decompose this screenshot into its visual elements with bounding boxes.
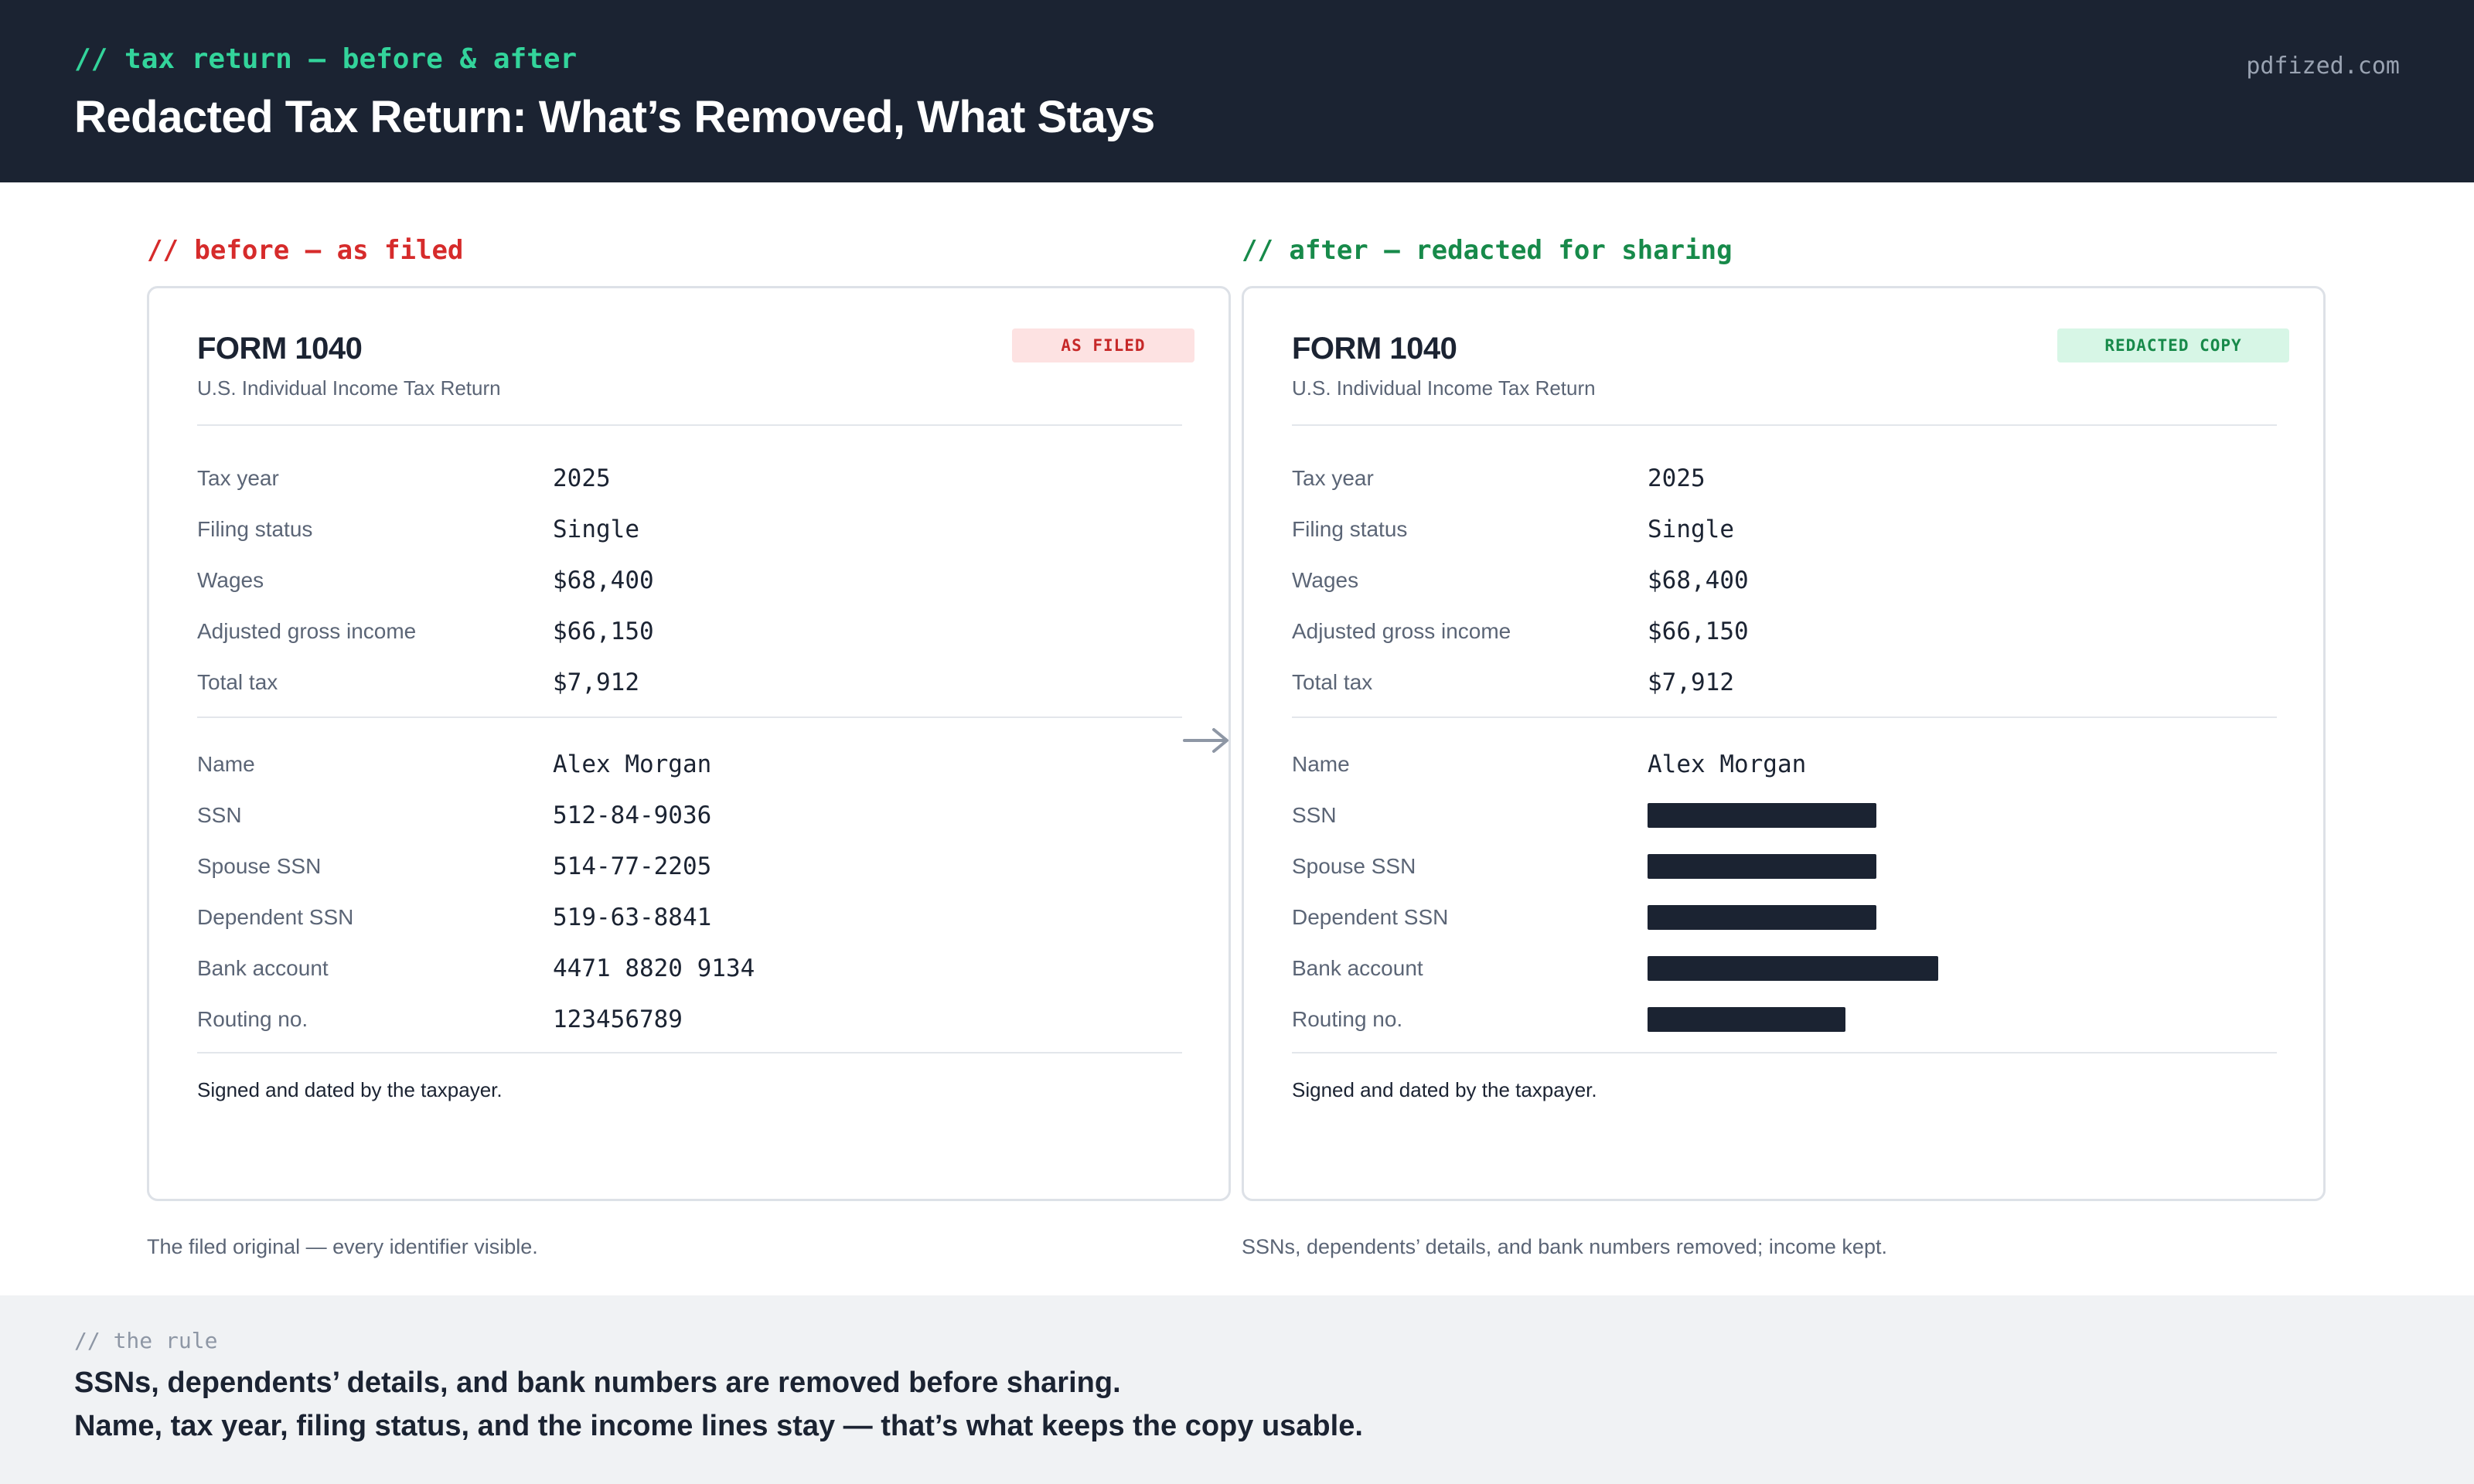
after-caption: SSNs, dependents’ details, and bank numb… xyxy=(1242,1235,1887,1258)
field-row-ssn: SSN xyxy=(1292,800,2277,831)
field-row-spouse-ssn: Spouse SSN 514-77-2205 xyxy=(197,851,1182,882)
right-arrow-icon xyxy=(1183,728,1228,753)
before-caption: The filed original — every identifier vi… xyxy=(147,1235,538,1258)
form-title: FORM 1040 xyxy=(1292,332,1457,366)
form-subtitle: U.S. Individual Income Tax Return xyxy=(1292,376,1596,400)
divider xyxy=(1292,716,2277,718)
field-label: Dependent SSN xyxy=(1292,905,1449,929)
field-label: Spouse SSN xyxy=(1292,854,1416,878)
divider xyxy=(197,716,1182,718)
field-label: Filing status xyxy=(1292,517,1408,541)
field-row-spouse-ssn: Spouse SSN xyxy=(1292,851,2277,882)
field-label: Wages xyxy=(197,568,264,592)
field-row-wages: Wages $68,400 xyxy=(1292,565,2277,596)
field-value: 519-63-8841 xyxy=(553,904,712,931)
field-label: Wages xyxy=(1292,568,1359,592)
field-row-dependent-ssn: Dependent SSN xyxy=(1292,902,2277,933)
rule-footer: // the rule SSNs, dependents’ details, a… xyxy=(0,1295,2474,1484)
field-label: Tax year xyxy=(1292,466,1374,490)
redaction-bar xyxy=(1648,905,1876,930)
field-label: Adjusted gross income xyxy=(1292,619,1511,643)
form-subtitle: U.S. Individual Income Tax Return xyxy=(197,376,501,400)
field-value: $7,912 xyxy=(1648,669,1734,696)
field-value: $7,912 xyxy=(553,669,639,696)
field-label: Routing no. xyxy=(1292,1007,1403,1031)
field-row-name: Name Alex Morgan xyxy=(1292,749,2277,780)
field-value: 2025 xyxy=(1648,465,1706,492)
header-kicker: // tax return — before & after xyxy=(74,43,578,75)
field-row-total-tax: Total tax $7,912 xyxy=(1292,667,2277,698)
field-value: Alex Morgan xyxy=(1648,751,1807,778)
field-label: Bank account xyxy=(197,956,329,980)
page-title: Redacted Tax Return: What’s Removed, Wha… xyxy=(74,92,1155,142)
divider xyxy=(1292,424,2277,426)
field-value: Single xyxy=(553,516,639,543)
field-row-routing-no: Routing no. xyxy=(1292,1004,2277,1035)
field-label: Total tax xyxy=(1292,670,1373,694)
redaction-bar xyxy=(1648,854,1876,879)
field-label: Name xyxy=(197,752,255,776)
redaction-bar xyxy=(1648,1007,1845,1032)
divider xyxy=(197,424,1182,426)
field-value: $66,150 xyxy=(553,618,654,645)
field-value: Single xyxy=(1648,516,1734,543)
field-row-name: Name Alex Morgan xyxy=(197,749,1182,780)
field-row-dependent-ssn: Dependent SSN 519-63-8841 xyxy=(197,902,1182,933)
divider xyxy=(1292,1052,2277,1053)
field-label: Dependent SSN xyxy=(197,905,354,929)
rule-line-2: Name, tax year, filing status, and the i… xyxy=(74,1410,1363,1442)
field-label: Adjusted gross income xyxy=(197,619,417,643)
after-form-card: FORM 1040 U.S. Individual Income Tax Ret… xyxy=(1242,286,2326,1201)
field-value: 512-84-9036 xyxy=(553,802,712,829)
redaction-bar xyxy=(1648,803,1876,828)
field-label: Name xyxy=(1292,752,1350,776)
redacted-copy-badge: REDACTED COPY xyxy=(2057,328,2289,362)
rule-line-1: SSNs, dependents’ details, and bank numb… xyxy=(74,1367,1121,1399)
divider xyxy=(197,1052,1182,1053)
form-title: FORM 1040 xyxy=(197,332,363,366)
as-filed-badge: AS FILED xyxy=(1012,328,1194,362)
field-label: SSN xyxy=(1292,803,1337,827)
signature-note: Signed and dated by the taxpayer. xyxy=(197,1078,503,1101)
field-label: Filing status xyxy=(197,517,313,541)
field-row-ssn: SSN 512-84-9036 xyxy=(197,800,1182,831)
field-value: 2025 xyxy=(553,465,611,492)
field-value: 4471 8820 9134 xyxy=(553,955,755,982)
field-label: Spouse SSN xyxy=(197,854,322,878)
field-row-filing-status: Filing status Single xyxy=(197,514,1182,545)
signature-note: Signed and dated by the taxpayer. xyxy=(1292,1078,1597,1101)
field-value: $68,400 xyxy=(1648,567,1749,594)
footer-kicker: // the rule xyxy=(74,1328,218,1353)
field-label: Bank account xyxy=(1292,956,1423,980)
field-value: 514-77-2205 xyxy=(553,853,712,880)
field-value: $66,150 xyxy=(1648,618,1749,645)
field-row-agi: Adjusted gross income $66,150 xyxy=(197,616,1182,647)
before-form-card: FORM 1040 U.S. Individual Income Tax Ret… xyxy=(147,286,1231,1201)
field-row-filing-status: Filing status Single xyxy=(1292,514,2277,545)
field-row-bank-account: Bank account 4471 8820 9134 xyxy=(197,953,1182,984)
redaction-bar xyxy=(1648,956,1938,981)
page-header: // tax return — before & after Redacted … xyxy=(0,0,2474,182)
field-label: Tax year xyxy=(197,466,279,490)
field-label: SSN xyxy=(197,803,242,827)
brand-link[interactable]: pdfized.com xyxy=(2246,53,2400,80)
field-row-tax-year: Tax year 2025 xyxy=(197,463,1182,494)
field-value: Alex Morgan xyxy=(553,751,712,778)
field-label: Routing no. xyxy=(197,1007,308,1031)
field-row-total-tax: Total tax $7,912 xyxy=(197,667,1182,698)
before-section-label: // before — as filed xyxy=(147,235,464,266)
field-row-tax-year: Tax year 2025 xyxy=(1292,463,2277,494)
after-section-label: // after — redacted for sharing xyxy=(1242,235,1733,266)
field-label: Total tax xyxy=(197,670,278,694)
field-row-wages: Wages $68,400 xyxy=(197,565,1182,596)
field-value: 123456789 xyxy=(553,1006,683,1033)
field-row-routing-no: Routing no. 123456789 xyxy=(197,1004,1182,1035)
field-row-bank-account: Bank account xyxy=(1292,953,2277,984)
field-row-agi: Adjusted gross income $66,150 xyxy=(1292,616,2277,647)
field-value: $68,400 xyxy=(553,567,654,594)
